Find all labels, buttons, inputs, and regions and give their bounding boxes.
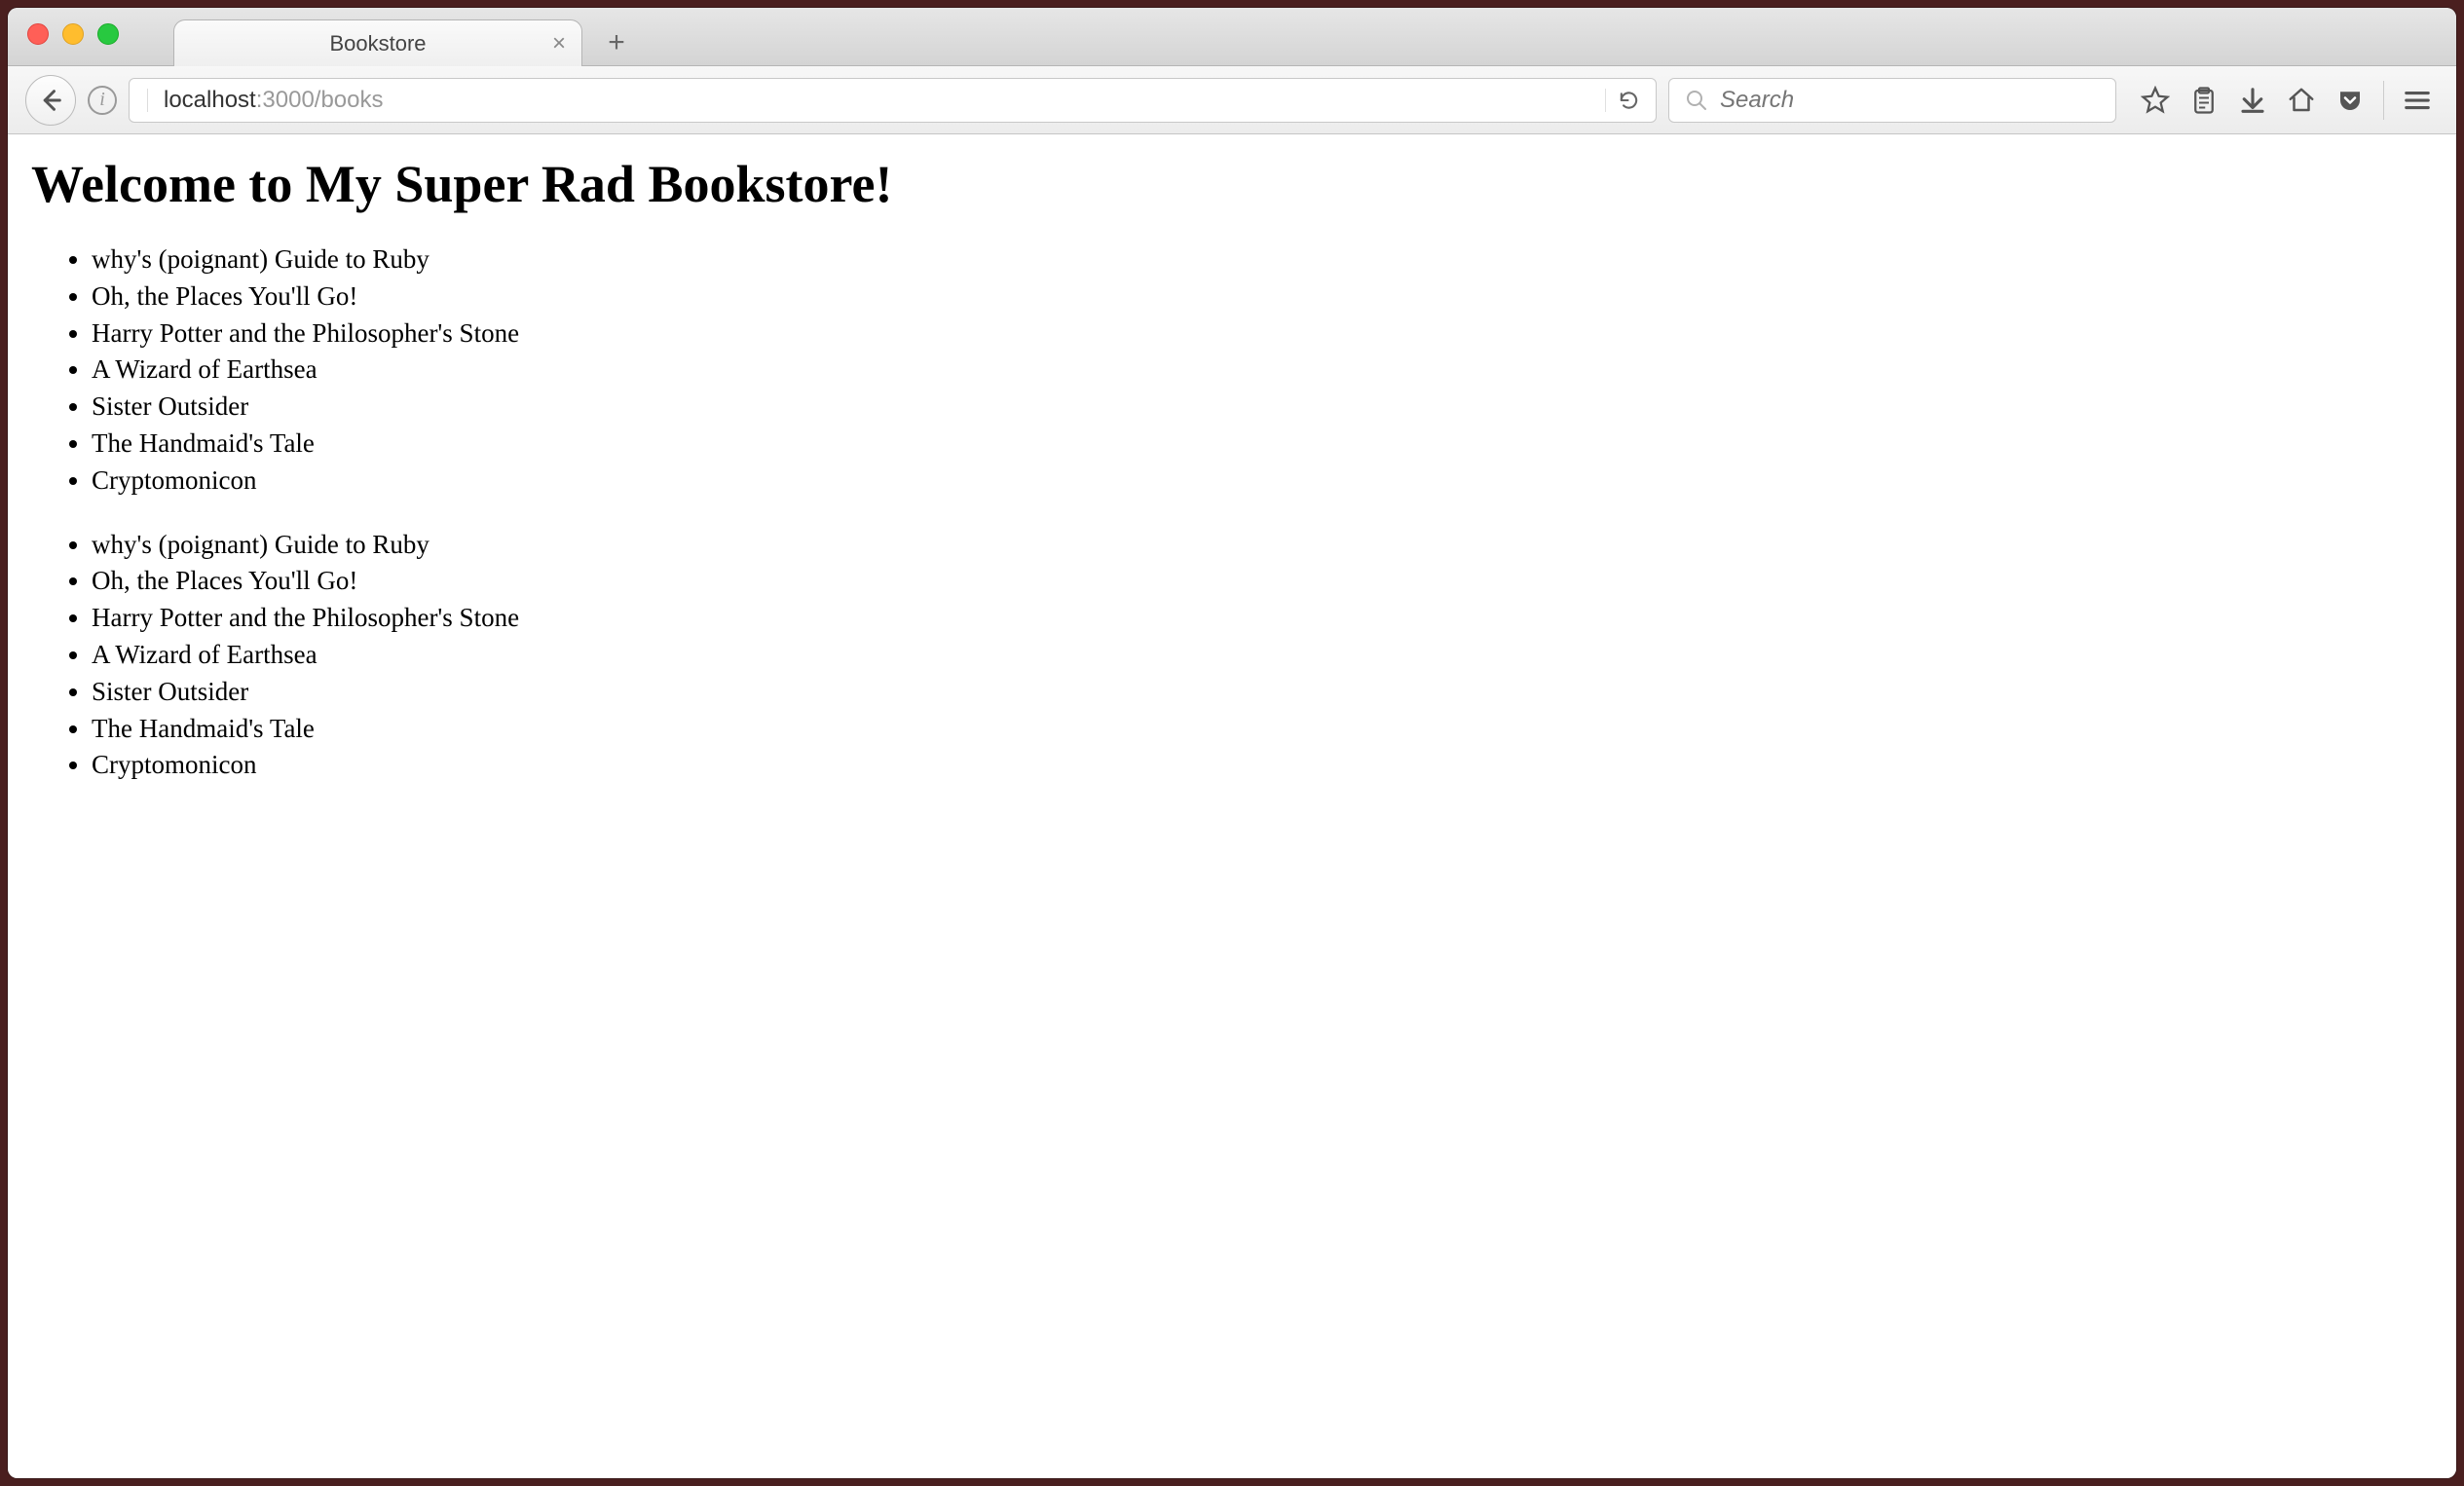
navigation-toolbar: i localhost:3000/books — [8, 66, 2456, 134]
bookmark-star-button[interactable] — [2134, 79, 2177, 122]
list-item: Cryptomonicon — [92, 747, 2433, 784]
list-item: why's (poignant) Guide to Ruby — [92, 527, 2433, 564]
new-tab-button[interactable]: + — [592, 24, 641, 61]
book-list-2: why's (poignant) Guide to Ruby Oh, the P… — [92, 527, 2433, 785]
search-bar[interactable] — [1668, 78, 2116, 123]
tab-strip: Bookstore × + — [173, 8, 641, 65]
tab-bookstore[interactable]: Bookstore × — [173, 19, 582, 66]
toolbar-icons — [2128, 79, 2439, 122]
book-list-1: why's (poignant) Guide to Ruby Oh, the P… — [92, 241, 2433, 500]
site-info-icon[interactable]: i — [88, 86, 117, 115]
url-path: :3000/books — [256, 87, 384, 113]
pocket-button[interactable] — [2329, 79, 2371, 122]
downloads-button[interactable] — [2231, 79, 2274, 122]
reading-list-button[interactable] — [2183, 79, 2225, 122]
list-item: The Handmaid's Tale — [92, 711, 2433, 748]
minimize-window-button[interactable] — [62, 23, 84, 45]
clipboard-icon — [2189, 86, 2219, 115]
url-divider — [147, 89, 148, 112]
list-item: Oh, the Places You'll Go! — [92, 279, 2433, 316]
pocket-icon — [2335, 86, 2365, 115]
back-arrow-icon — [37, 87, 64, 114]
reload-icon — [1618, 89, 1640, 112]
toolbar-separator — [2383, 81, 2384, 120]
close-tab-icon[interactable]: × — [552, 30, 566, 57]
reload-button[interactable] — [1605, 89, 1640, 112]
maximize-window-button[interactable] — [97, 23, 119, 45]
star-icon — [2141, 86, 2170, 115]
url-text: localhost:3000/books — [164, 87, 1591, 114]
home-button[interactable] — [2280, 79, 2323, 122]
list-item: Cryptomonicon — [92, 463, 2433, 500]
list-item: Harry Potter and the Philosopher's Stone — [92, 316, 2433, 353]
browser-window: Bookstore × + i localhost:3000/books — [8, 8, 2456, 1478]
tab-title: Bookstore — [329, 31, 426, 56]
menu-button[interactable] — [2396, 79, 2439, 122]
url-bar[interactable]: localhost:3000/books — [129, 78, 1657, 123]
back-button[interactable] — [25, 75, 76, 126]
list-item: Harry Potter and the Philosopher's Stone — [92, 600, 2433, 637]
titlebar: Bookstore × + — [8, 8, 2456, 66]
home-icon — [2287, 86, 2316, 115]
search-input[interactable] — [1720, 87, 2100, 114]
search-icon — [1685, 89, 1708, 112]
close-window-button[interactable] — [27, 23, 49, 45]
list-item: A Wizard of Earthsea — [92, 352, 2433, 389]
list-item: Sister Outsider — [92, 674, 2433, 711]
list-item: Sister Outsider — [92, 389, 2433, 426]
window-controls — [27, 23, 119, 45]
hamburger-icon — [2403, 86, 2432, 115]
download-arrow-icon — [2238, 86, 2267, 115]
url-host: localhost — [164, 87, 256, 113]
page-title: Welcome to My Super Rad Bookstore! — [31, 154, 2433, 214]
list-item: why's (poignant) Guide to Ruby — [92, 241, 2433, 279]
list-item: Oh, the Places You'll Go! — [92, 563, 2433, 600]
list-item: A Wizard of Earthsea — [92, 637, 2433, 674]
page-content: Welcome to My Super Rad Bookstore! why's… — [8, 134, 2456, 1478]
list-item: The Handmaid's Tale — [92, 426, 2433, 463]
